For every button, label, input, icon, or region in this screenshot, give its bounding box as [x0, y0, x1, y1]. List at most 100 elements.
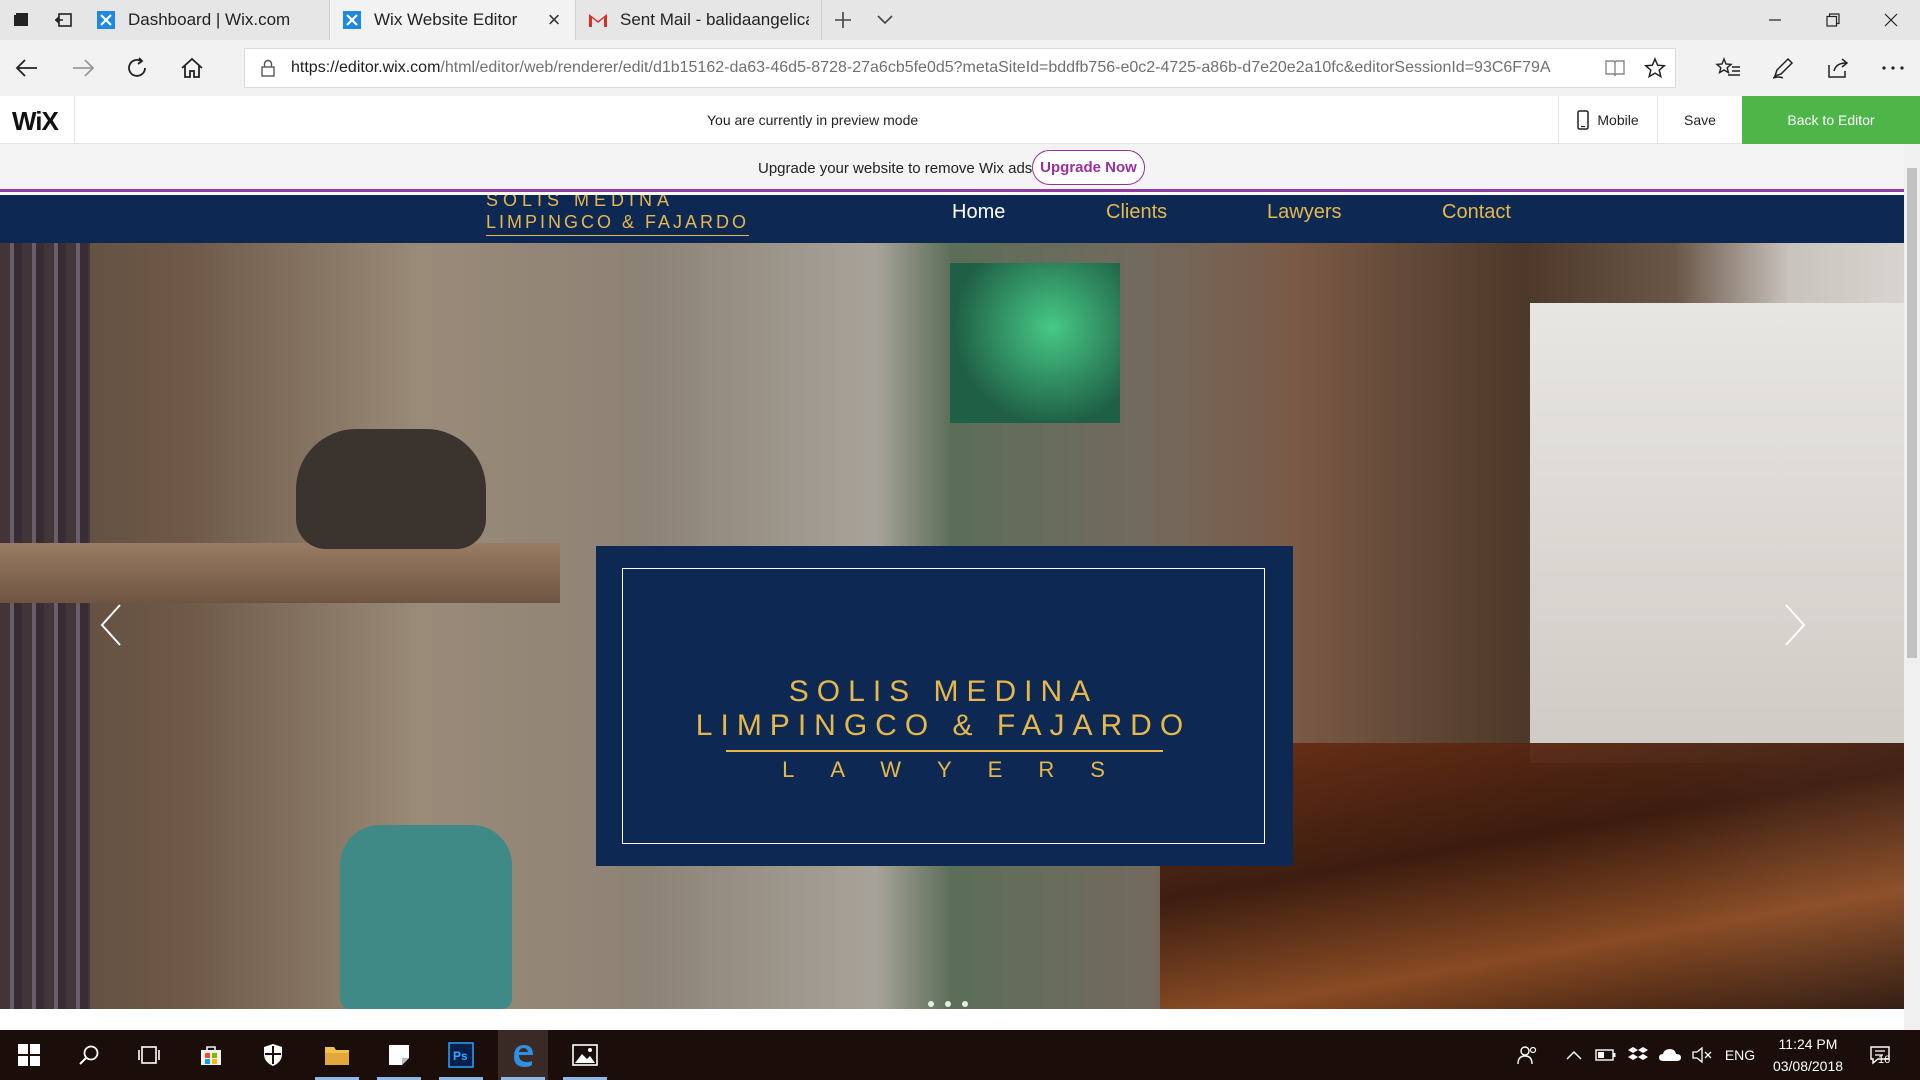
- minimize-window-icon[interactable]: [1746, 0, 1804, 40]
- favorite-star-icon[interactable]: [1635, 57, 1675, 79]
- slide-prev-arrow-icon[interactable]: [96, 603, 126, 647]
- set-tabs-aside-icon[interactable]: [42, 0, 84, 40]
- site-header: SOLIS MEDINA LIMPINGCO & FAJARDO Home Cl…: [0, 195, 1904, 243]
- security-shield-icon[interactable]: [248, 1030, 298, 1080]
- tab-title: Dashboard | Wix.com: [128, 10, 291, 29]
- tab-wix-editor[interactable]: Wix Website Editor ×: [330, 0, 576, 40]
- hero-title-card: SOLIS MEDINA LIMPINGCO & FAJARDO LAWYERS: [596, 546, 1293, 866]
- upgrade-banner-text: Upgrade your website to remove Wix ads: [758, 160, 1033, 177]
- url-domain: https://editor.wix.com: [291, 59, 441, 76]
- browser-navigation-bar: https://editor.wix.com/html/editor/web/r…: [0, 40, 1920, 96]
- new-tab-icon[interactable]: [822, 0, 864, 40]
- refresh-icon[interactable]: [110, 40, 164, 96]
- hero-background-window: [1530, 303, 1904, 763]
- store-icon[interactable]: [186, 1030, 236, 1080]
- wix-preview-bar: WiX You are currently in preview mode Mo…: [0, 96, 1920, 144]
- battery-icon[interactable]: [1590, 1030, 1622, 1080]
- site-nav-contact[interactable]: Contact: [1442, 201, 1511, 224]
- save-button[interactable]: Save: [1658, 96, 1742, 144]
- url-text[interactable]: https://editor.wix.com/html/editor/web/r…: [291, 59, 1595, 77]
- upgrade-now-button[interactable]: Upgrade Now: [1032, 150, 1145, 185]
- slide-indicator-dots: [928, 1001, 968, 1007]
- tab-gmail[interactable]: Sent Mail - balidaangelica@: [576, 0, 822, 40]
- mobile-view-button[interactable]: Mobile: [1558, 96, 1658, 144]
- hero-title-line1: SOLIS MEDINA: [788, 675, 1099, 708]
- wix-favicon-icon: [342, 10, 362, 30]
- search-icon[interactable]: [64, 1030, 114, 1080]
- site-nav-home[interactable]: Home: [952, 201, 1005, 224]
- input-language-indicator[interactable]: ENG: [1718, 1047, 1762, 1063]
- clock-date: 03/08/2018: [1772, 1058, 1844, 1074]
- dropbox-icon[interactable]: [1622, 1030, 1654, 1080]
- sticky-notes-icon[interactable]: [374, 1030, 424, 1080]
- tab-title: Wix Website Editor: [374, 10, 518, 29]
- tab-strip-spacer: [906, 0, 1746, 40]
- hero-background-vase: [340, 825, 512, 1009]
- slide-next-arrow-icon[interactable]: [1780, 603, 1810, 647]
- hero-title-rule: [726, 750, 1163, 752]
- show-hidden-icons-chevron-icon[interactable]: [1558, 1030, 1590, 1080]
- taskbar-clock[interactable]: 11:24 PM 03/08/2018: [1762, 1033, 1854, 1077]
- site-logo-line2: LIMPINGCO & FAJARDO: [486, 211, 750, 236]
- hero-background-pot: [296, 429, 486, 549]
- mobile-phone-icon: [1577, 110, 1590, 130]
- hero-subtitle: LAWYERS: [782, 757, 1141, 782]
- site-logo-line1: SOLIS MEDINA: [486, 195, 675, 210]
- edge-browser-icon[interactable]: [498, 1030, 548, 1080]
- site-nav-clients[interactable]: Clients: [1106, 201, 1167, 224]
- home-icon[interactable]: [165, 40, 219, 96]
- photoshop-icon[interactable]: Ps: [436, 1030, 486, 1080]
- notification-count-badge: 16: [1878, 1054, 1891, 1066]
- gmail-favicon-icon: [588, 10, 608, 30]
- url-path: /html/editor/web/renderer/edit/d1b15162-…: [440, 59, 1551, 76]
- upgrade-banner: Upgrade your website to remove Wix ads U…: [0, 144, 1904, 192]
- browser-toolbar-right: [1700, 40, 1920, 96]
- favorites-hub-icon[interactable]: [1700, 40, 1755, 96]
- hero-background-shelf: [0, 543, 560, 603]
- page-scrollbar[interactable]: [1904, 144, 1920, 1030]
- task-view-icon[interactable]: [124, 1030, 174, 1080]
- back-arrow-icon[interactable]: [0, 40, 54, 96]
- tab-dashboard[interactable]: Dashboard | Wix.com: [84, 0, 330, 40]
- hero-title-frame: SOLIS MEDINA LIMPINGCO & FAJARDO LAWYERS: [622, 568, 1265, 844]
- wix-logo[interactable]: WiX: [12, 106, 59, 137]
- close-window-icon[interactable]: [1862, 0, 1920, 40]
- tab-preview-chevron-icon[interactable]: [864, 0, 906, 40]
- volume-muted-icon[interactable]: [1686, 1030, 1718, 1080]
- address-bar[interactable]: https://editor.wix.com/html/editor/web/r…: [244, 48, 1676, 88]
- slide-dot[interactable]: [962, 1001, 968, 1007]
- wix-favicon-icon: [96, 10, 116, 30]
- forward-arrow-icon[interactable]: [56, 40, 110, 96]
- clock-time: 11:24 PM: [1778, 1036, 1838, 1052]
- hero-background-books: [0, 243, 90, 1009]
- scrollbar-thumb[interactable]: [1907, 168, 1917, 658]
- more-options-icon[interactable]: [1865, 40, 1920, 96]
- system-tray: ENG 11:24 PM 03/08/2018: [1512, 1030, 1896, 1080]
- hero-title-line2: LIMPINGCO & FAJARDO: [695, 709, 1192, 742]
- onedrive-cloud-icon[interactable]: [1654, 1030, 1686, 1080]
- tab-title: Sent Mail - balidaangelica@: [620, 10, 809, 29]
- back-to-editor-button[interactable]: Back to Editor: [1742, 96, 1920, 144]
- close-tab-icon[interactable]: ×: [545, 7, 563, 33]
- file-explorer-icon[interactable]: [312, 1030, 362, 1080]
- tab-actions-icon[interactable]: [0, 0, 42, 40]
- windows-taskbar: Ps ENG 11:24 PM 03/08/2018 16: [0, 1030, 1920, 1080]
- lock-icon[interactable]: [245, 59, 291, 77]
- divider: [74, 96, 75, 144]
- restore-window-icon[interactable]: [1804, 0, 1862, 40]
- web-note-pen-icon[interactable]: [1755, 40, 1810, 96]
- slide-dot[interactable]: [928, 1001, 934, 1007]
- site-nav-lawyers[interactable]: Lawyers: [1267, 201, 1341, 224]
- browser-tab-strip: Dashboard | Wix.com Wix Website Editor ×…: [0, 0, 1920, 40]
- share-icon[interactable]: [1810, 40, 1865, 96]
- slide-dot[interactable]: [945, 1001, 951, 1007]
- website-preview: SOLIS MEDINA LIMPINGCO & FAJARDO Home Cl…: [0, 195, 1904, 1009]
- photos-app-icon[interactable]: [560, 1030, 610, 1080]
- windows-start-icon[interactable]: [4, 1030, 54, 1080]
- site-logo[interactable]: SOLIS MEDINA LIMPINGCO & FAJARDO: [486, 195, 750, 236]
- hero-background-artwork: [950, 263, 1120, 423]
- people-icon[interactable]: [1512, 1030, 1544, 1080]
- reading-view-icon[interactable]: [1595, 58, 1635, 78]
- preview-mode-text: You are currently in preview mode: [707, 112, 919, 128]
- svg-text:Ps: Ps: [453, 1049, 468, 1063]
